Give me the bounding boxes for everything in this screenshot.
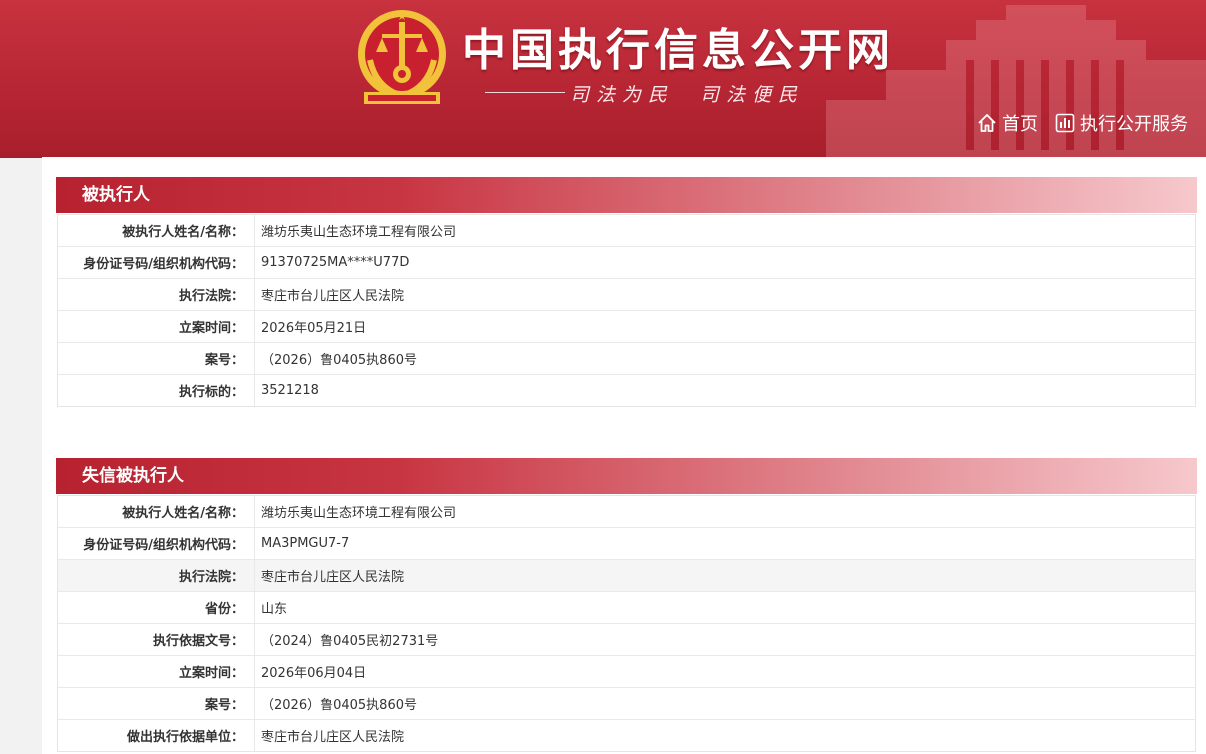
row-value: 山东 xyxy=(255,592,1195,624)
nav-home-label: 首页 xyxy=(1002,114,1038,135)
row-label: 执行法院： xyxy=(58,279,255,311)
nav-execution-service-label: 执行公开服务 xyxy=(1080,114,1188,135)
home-icon xyxy=(978,114,996,132)
row-value: （2024）鲁0405民初2731号 xyxy=(255,624,1195,656)
row-label: 案号： xyxy=(58,343,255,375)
row-value: 2026年06月04日 xyxy=(255,656,1195,688)
row-label: 执行标的： xyxy=(58,375,255,406)
row-label: 案号： xyxy=(58,688,255,720)
table-row: 案号： （2026）鲁0405执860号 xyxy=(58,343,1195,375)
row-label: 身份证号码/组织机构代码： xyxy=(58,247,255,279)
nav-home-link[interactable]: 首页 xyxy=(976,110,1038,136)
slogan-divider xyxy=(485,92,565,93)
row-value: （2026）鲁0405执860号 xyxy=(255,688,1195,720)
row-label: 立案时间： xyxy=(58,656,255,688)
row-value: 潍坊乐夷山生态环境工程有限公司 xyxy=(255,496,1195,528)
table-row: 执行依据文号： （2024）鲁0405民初2731号 xyxy=(58,624,1195,656)
row-value: MA3PMGU7-7 xyxy=(255,528,1195,560)
content-card: 被执行人 被执行人姓名/名称： 潍坊乐夷山生态环境工程有限公司 身份证号码/组织… xyxy=(42,157,1206,754)
table-row: 执行法院： 枣庄市台儿庄区人民法院 xyxy=(58,279,1195,311)
row-label: 身份证号码/组织机构代码： xyxy=(58,528,255,560)
row-label: 执行依据文号： xyxy=(58,624,255,656)
row-value: （2026）鲁0405执860号 xyxy=(255,343,1195,375)
row-value: 91370725MA****U77D xyxy=(255,247,1195,279)
site-slogan: 司法为民 司法便民 xyxy=(570,84,805,106)
row-label: 被执行人姓名/名称： xyxy=(58,215,255,247)
row-value: 潍坊乐夷山生态环境工程有限公司 xyxy=(255,215,1195,247)
table-row: 身份证号码/组织机构代码： MA3PMGU7-7 xyxy=(58,528,1195,560)
row-label: 省份： xyxy=(58,592,255,624)
row-label: 立案时间： xyxy=(58,311,255,343)
section-title: 被执行人 xyxy=(56,177,1197,213)
row-value: 枣庄市台儿庄区人民法院 xyxy=(261,730,405,745)
top-nav: 首页 执行公开服务 xyxy=(976,110,1188,136)
table-row: 执行法院： 枣庄市台儿庄区人民法院 xyxy=(58,560,1195,592)
table-row: 立案时间： 2026年06月04日 xyxy=(58,656,1195,688)
table-row: 身份证号码/组织机构代码： 91370725MA****U77D xyxy=(58,247,1195,279)
section-executed-person: 被执行人 被执行人姓名/名称： 潍坊乐夷山生态环境工程有限公司 身份证号码/组织… xyxy=(56,177,1197,407)
bar-chart-icon xyxy=(1055,113,1075,133)
table-row: 被执行人姓名/名称： 潍坊乐夷山生态环境工程有限公司 xyxy=(58,215,1195,247)
row-value: 枣庄市台儿庄区人民法院 xyxy=(255,560,1195,592)
court-emblem-logo xyxy=(358,10,446,104)
section-title: 失信被执行人 xyxy=(56,458,1197,494)
table-row: 执行标的： 3521218 xyxy=(58,375,1195,406)
section-dishonest-person: 失信被执行人 被执行人姓名/名称： 潍坊乐夷山生态环境工程有限公司 身份证号码/… xyxy=(56,458,1197,752)
table-row: 立案时间： 2026年05月21日 xyxy=(58,311,1195,343)
site-header: 中国执行信息公开网 司法为民 司法便民 首页 执行公开服务 xyxy=(0,0,1206,158)
row-label: 做出执行依据单位： xyxy=(58,720,255,751)
table-row: 案号： （2026）鲁0405执860号 xyxy=(58,688,1195,720)
table-row: 被执行人姓名/名称： 潍坊乐夷山生态环境工程有限公司 xyxy=(58,496,1195,528)
row-value: 枣庄市台儿庄区人民法院 xyxy=(255,279,1195,311)
site-title: 中国执行信息公开网 xyxy=(462,25,894,76)
row-value: 2026年05月21日 xyxy=(255,311,1195,343)
nav-execution-service-link[interactable]: 执行公开服务 xyxy=(1054,110,1188,136)
table-row: 做出执行依据单位： 枣庄市台儿庄区人民法院 xyxy=(58,720,1195,751)
row-value: 3521218 xyxy=(261,383,319,398)
table-row: 省份： 山东 xyxy=(58,592,1195,624)
row-label: 执行法院： xyxy=(58,560,255,592)
row-label: 被执行人姓名/名称： xyxy=(58,496,255,528)
info-table: 被执行人姓名/名称： 潍坊乐夷山生态环境工程有限公司 身份证号码/组织机构代码：… xyxy=(57,214,1196,407)
info-table: 被执行人姓名/名称： 潍坊乐夷山生态环境工程有限公司 身份证号码/组织机构代码：… xyxy=(57,495,1196,752)
